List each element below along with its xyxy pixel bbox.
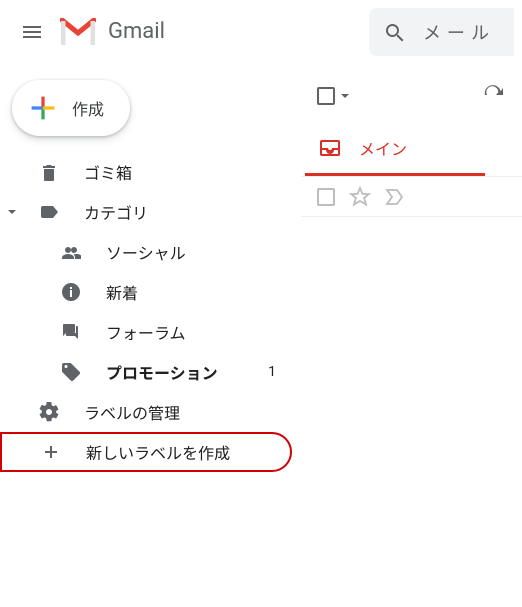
sidebar-item-social[interactable]: ソーシャル xyxy=(0,232,292,272)
gmail-logo[interactable]: Gmail xyxy=(60,18,165,46)
sidebar-item-label: ゴミ箱 xyxy=(84,160,292,184)
tab-label: メイン xyxy=(359,136,407,160)
sidebar-item-create-label[interactable]: 新しいラベルを作成 xyxy=(0,432,292,472)
sidebar-item-label: 新着 xyxy=(106,280,292,304)
checkbox-icon xyxy=(317,87,335,105)
search-placeholder: メール xyxy=(423,19,495,45)
gmail-text: Gmail xyxy=(108,19,165,44)
sidebar-item-promotions[interactable]: プロモーション 1 xyxy=(0,352,292,392)
sidebar-item-updates[interactable]: 新着 xyxy=(0,272,292,312)
label-icon xyxy=(39,202,59,222)
star-icon[interactable] xyxy=(349,186,371,208)
sidebar-item-trash[interactable]: ゴミ箱 xyxy=(0,152,292,192)
search-box[interactable]: メール xyxy=(369,8,514,56)
inbox-icon xyxy=(319,137,341,159)
sidebar-item-label: カテゴリ xyxy=(84,200,292,224)
compose-label: 作成 xyxy=(72,96,104,120)
sidebar-item-label: フォーラム xyxy=(106,320,292,344)
sidebar-item-count: 1 xyxy=(268,364,292,380)
sidebar-item-label: プロモーション xyxy=(106,360,268,384)
sidebar-item-categories[interactable]: カテゴリ xyxy=(0,192,292,232)
mail-row[interactable] xyxy=(301,177,522,217)
sidebar-item-label: ソーシャル xyxy=(106,240,292,264)
gear-icon xyxy=(39,402,59,422)
trash-icon xyxy=(39,162,59,182)
info-icon xyxy=(61,282,81,302)
row-checkbox[interactable] xyxy=(317,188,335,206)
people-icon xyxy=(61,242,81,262)
tab-primary[interactable]: メイン xyxy=(301,120,522,176)
sidebar-item-label: 新しいラベルを作成 xyxy=(86,440,290,464)
gmail-m-icon xyxy=(60,18,96,46)
hamburger-icon xyxy=(20,20,44,44)
importance-icon[interactable] xyxy=(385,186,407,208)
search-icon xyxy=(383,21,405,43)
forum-icon xyxy=(61,322,81,342)
sidebar: 作成 ゴミ箱 カテゴリ ソーシャル xyxy=(0,64,300,472)
chevron-down-icon xyxy=(339,90,351,102)
mail-toolbar xyxy=(301,72,522,120)
refresh-button[interactable] xyxy=(474,76,514,116)
plus-icon xyxy=(41,442,61,462)
tag-icon xyxy=(61,362,81,382)
plus-multicolor-icon xyxy=(30,95,56,121)
sidebar-item-forums[interactable]: フォーラム xyxy=(0,312,292,352)
chevron-down-icon xyxy=(5,205,19,219)
select-all-checkbox[interactable] xyxy=(317,87,351,105)
sidebar-item-label: ラベルの管理 xyxy=(84,400,292,424)
sidebar-item-manage-labels[interactable]: ラベルの管理 xyxy=(0,392,292,432)
main-menu-button[interactable] xyxy=(8,8,56,56)
compose-button[interactable]: 作成 xyxy=(12,80,130,136)
refresh-icon xyxy=(483,85,505,107)
